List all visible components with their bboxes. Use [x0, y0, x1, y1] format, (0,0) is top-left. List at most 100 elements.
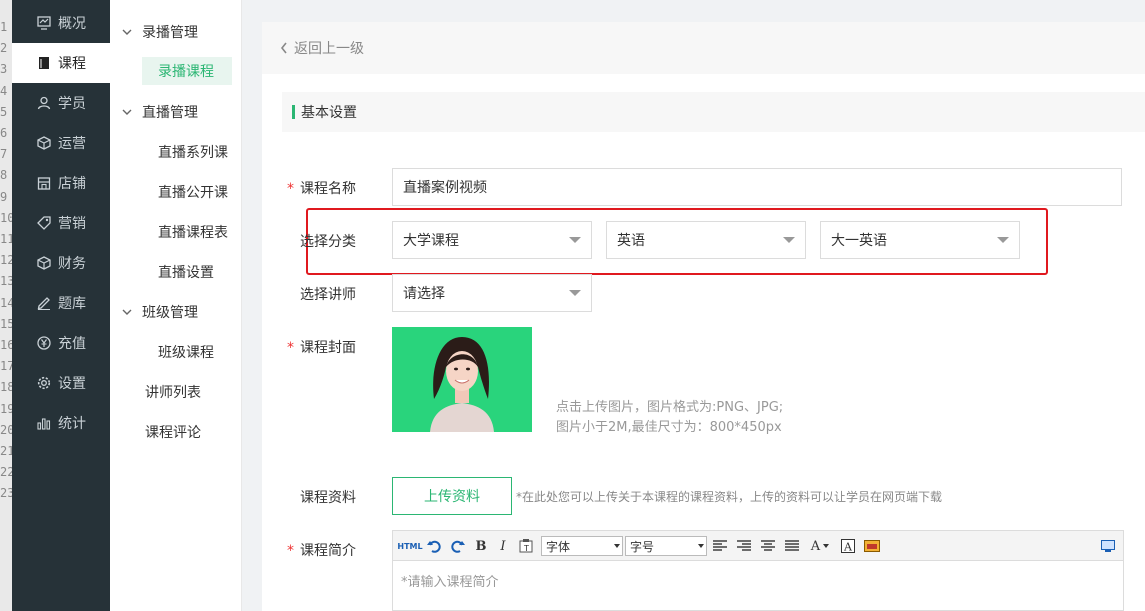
- sidebar-item[interactable]: 设置: [12, 363, 110, 403]
- course-name-input[interactable]: 直播案例视频: [392, 168, 1122, 206]
- submenu-item-course-reviews[interactable]: 课程评论: [145, 418, 201, 446]
- align-right-icon[interactable]: [735, 536, 753, 556]
- sidebar-item[interactable]: 财务: [12, 243, 110, 283]
- material-label: 课程资料: [300, 490, 356, 506]
- cube-icon: [36, 135, 52, 151]
- category-select-3-value: 大一英语: [831, 233, 887, 249]
- category-select-2[interactable]: 英语: [606, 221, 806, 259]
- chevron-down-icon: [122, 29, 132, 35]
- html-source-button[interactable]: HTML: [397, 536, 422, 556]
- category-select-2-value: 英语: [617, 233, 645, 249]
- cube-icon: [36, 255, 52, 271]
- sidebar-item[interactable]: 课程: [12, 43, 110, 83]
- submenu-item-class-courses[interactable]: 班级课程: [158, 338, 214, 366]
- upload-material-button[interactable]: 上传资料: [392, 477, 512, 515]
- fullscreen-icon[interactable]: [1099, 536, 1117, 556]
- background-color-icon[interactable]: A: [839, 536, 857, 556]
- caret-down-icon: [783, 237, 795, 243]
- editor-placeholder: *请输入课程简介: [401, 575, 499, 590]
- sidebar-item[interactable]: 概况: [12, 3, 110, 43]
- submenu-item-live-settings[interactable]: 直播设置: [158, 258, 214, 286]
- submenu-item-live-series[interactable]: 直播系列课: [158, 138, 228, 166]
- teacher-select[interactable]: 请选择: [392, 274, 592, 312]
- submenu-group-live[interactable]: 直播管理: [122, 100, 198, 124]
- sidebar-item-label: 运营: [58, 136, 86, 152]
- caret-down-icon: [569, 290, 581, 296]
- sidebar-item[interactable]: 店铺: [12, 163, 110, 203]
- undo-icon[interactable]: [425, 536, 443, 556]
- italic-button[interactable]: I: [495, 536, 511, 556]
- course-cover-image[interactable]: [392, 327, 532, 432]
- font-family-select[interactable]: 字体: [541, 536, 623, 556]
- align-center-icon[interactable]: [759, 536, 777, 556]
- insert-image-icon[interactable]: [863, 536, 881, 556]
- line-number: 5: [0, 104, 8, 119]
- rich-text-editor[interactable]: HTML B I T 字体 字号 A A *请输入课程简介: [392, 530, 1124, 611]
- line-number: 16: [0, 338, 12, 352]
- sidebar-item-label: 营销: [58, 216, 86, 232]
- sidebar-item-label: 统计: [58, 416, 86, 432]
- book-icon: [36, 55, 52, 71]
- teacher-select-value: 请选择: [403, 286, 445, 302]
- submenu-item-teacher-list[interactable]: 讲师列表: [145, 378, 201, 406]
- course-edit-panel: 返回上一级 基本设置 * 课程名称 直播案例视频 选择分类 大学课程 英语 大一英…: [262, 22, 1145, 611]
- user-icon: [36, 95, 52, 111]
- paste-text-icon[interactable]: T: [517, 536, 535, 556]
- sidebar-item[interactable]: 题库: [12, 283, 110, 323]
- submenu-item-live-open[interactable]: 直播公开课: [158, 178, 228, 206]
- back-link-label: 返回上一级: [294, 41, 364, 57]
- sidebar-item[interactable]: 充值: [12, 323, 110, 363]
- sidebar-item-label: 财务: [58, 256, 86, 272]
- caret-down-icon: [997, 237, 1009, 243]
- line-number: 8: [0, 168, 8, 183]
- submenu-group-class[interactable]: 班级管理: [122, 300, 198, 324]
- submenu-group-label: 录播管理: [142, 25, 198, 41]
- line-number: 14: [0, 295, 12, 310]
- store-icon: [36, 175, 52, 191]
- submenu-item-recorded-courses[interactable]: 录播课程: [142, 57, 232, 85]
- line-number: 18: [0, 380, 12, 395]
- bold-button[interactable]: B: [473, 536, 489, 556]
- cover-hint-line-1: 点击上传图片，图片格式为:PNG、JPG;: [556, 400, 784, 415]
- line-number: 7: [0, 147, 8, 162]
- sidebar-item[interactable]: 统计: [12, 403, 110, 443]
- category-select-1[interactable]: 大学课程: [392, 221, 592, 259]
- category-select-3[interactable]: 大一英语: [820, 221, 1020, 259]
- course-name-label: * 课程名称: [287, 181, 356, 197]
- font-size-select[interactable]: 字号: [625, 536, 707, 556]
- caret-down-icon: [614, 544, 620, 548]
- portrait-image: [392, 327, 532, 432]
- sidebar-item[interactable]: 学员: [12, 83, 110, 123]
- submenu-group-recorded[interactable]: 录播管理: [122, 20, 198, 44]
- line-number: 21: [0, 444, 12, 458]
- back-link[interactable]: 返回上一级: [262, 22, 1145, 74]
- line-number: 22: [0, 465, 12, 480]
- svg-text:T: T: [523, 544, 529, 553]
- editor-toolbar: HTML B I T 字体 字号 A A: [393, 531, 1123, 561]
- sidebar-item[interactable]: 营销: [12, 203, 110, 243]
- align-left-icon[interactable]: [711, 536, 729, 556]
- intro-label: * 课程简介: [287, 543, 356, 559]
- sidebar-item[interactable]: 运营: [12, 123, 110, 163]
- line-number: 20: [0, 422, 12, 437]
- submenu-item-live-schedule[interactable]: 直播课程表: [158, 218, 228, 246]
- dashboard-icon: [36, 15, 52, 31]
- main-sidebar: 概况课程学员运营店铺营销财务题库充值设置统计: [12, 0, 110, 611]
- section-header: 基本设置: [282, 92, 1145, 132]
- sidebar-item-label: 概况: [58, 16, 86, 32]
- chevron-down-icon: [122, 309, 132, 315]
- line-number: 17: [0, 359, 12, 374]
- sidebar-item-label: 课程: [58, 56, 86, 72]
- line-number: 1: [0, 20, 8, 34]
- align-justify-icon[interactable]: [783, 536, 801, 556]
- redo-icon[interactable]: [449, 536, 467, 556]
- section-accent-bar: [292, 105, 295, 119]
- sidebar-item-label: 充值: [58, 336, 86, 352]
- category-select-1-value: 大学课程: [403, 233, 459, 249]
- sidebar-item-label: 题库: [58, 296, 86, 312]
- chevron-down-icon: [122, 109, 132, 115]
- sidebar-item-label: 学员: [58, 96, 86, 112]
- sidebar-item-label: 设置: [58, 376, 86, 392]
- font-color-button[interactable]: A: [807, 536, 833, 556]
- category-label: 选择分类: [300, 234, 356, 250]
